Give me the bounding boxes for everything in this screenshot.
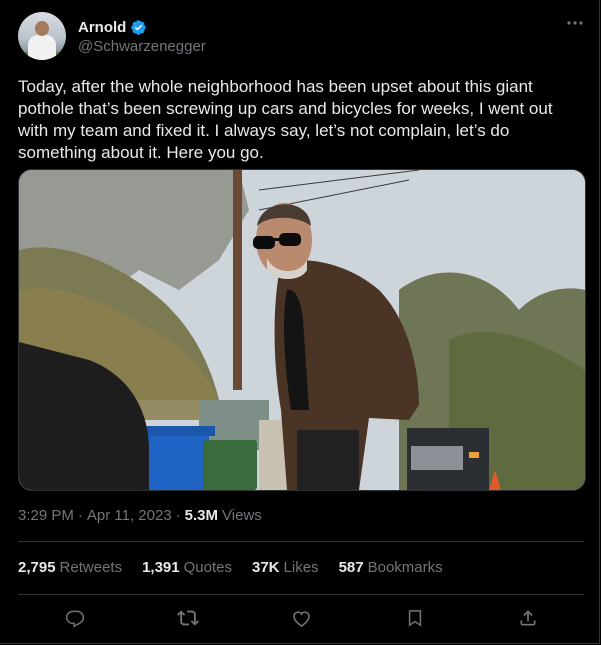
bookmarks-count: 587 xyxy=(338,559,364,576)
views-label: Views xyxy=(222,507,262,524)
tweet-stats: 2,795 Retweets 1,391 Quotes 37K Likes 587 Bo… xyxy=(18,559,443,576)
bookmarks-label: Bookmarks xyxy=(367,559,443,576)
views-count[interactable]: 5.3M xyxy=(185,507,218,524)
divider xyxy=(18,594,584,595)
avatar[interactable] xyxy=(18,12,66,60)
verified-badge-icon xyxy=(131,19,147,35)
avatar-figure-head xyxy=(35,21,49,36)
bookmark-icon[interactable] xyxy=(403,606,427,630)
quotes-count: 1,391 xyxy=(142,559,180,576)
quotes-label: Quotes xyxy=(183,559,232,576)
video-frame xyxy=(19,170,585,490)
meta-separator: · xyxy=(77,507,83,524)
likes-count: 37K xyxy=(252,559,280,576)
tweet-meta: 3:29 PM · Apr 11, 2023 · 5.3M Views xyxy=(18,507,262,524)
author-name-row: Arnold xyxy=(78,17,147,37)
share-icon[interactable] xyxy=(516,606,540,630)
quotes-stat[interactable]: 1,391 Quotes xyxy=(142,559,232,576)
tweet-time[interactable]: 3:29 PM xyxy=(18,507,74,524)
bookmarks-stat[interactable]: 587 Bookmarks xyxy=(339,559,443,576)
retweets-label: Retweets xyxy=(59,559,123,576)
tweet-header: Arnold @Schwarzenegger xyxy=(18,12,588,62)
more-icon[interactable] xyxy=(564,14,586,32)
tweet-video[interactable] xyxy=(18,169,586,491)
retweets-stat[interactable]: 2,795 Retweets xyxy=(18,559,122,576)
meta-separator: · xyxy=(175,507,181,524)
reply-icon[interactable] xyxy=(63,606,87,630)
tweet-text: Today, after the whole neighborhood has … xyxy=(18,77,553,162)
divider xyxy=(18,541,584,542)
tweet-date[interactable]: Apr 11, 2023 xyxy=(87,507,172,524)
tweet-actions xyxy=(18,600,584,636)
retweet-icon[interactable] xyxy=(176,606,200,630)
avatar-figure-body xyxy=(28,35,56,60)
author-name[interactable]: Arnold xyxy=(78,19,126,36)
author-handle[interactable]: @Schwarzenegger xyxy=(78,38,206,55)
tweet-container: Arnold @Schwarzenegger Today, after the … xyxy=(0,0,600,644)
likes-stat[interactable]: 37K Likes xyxy=(252,559,319,576)
like-icon[interactable] xyxy=(289,606,313,630)
likes-label: Likes xyxy=(283,559,319,576)
retweets-count: 2,795 xyxy=(18,559,56,576)
